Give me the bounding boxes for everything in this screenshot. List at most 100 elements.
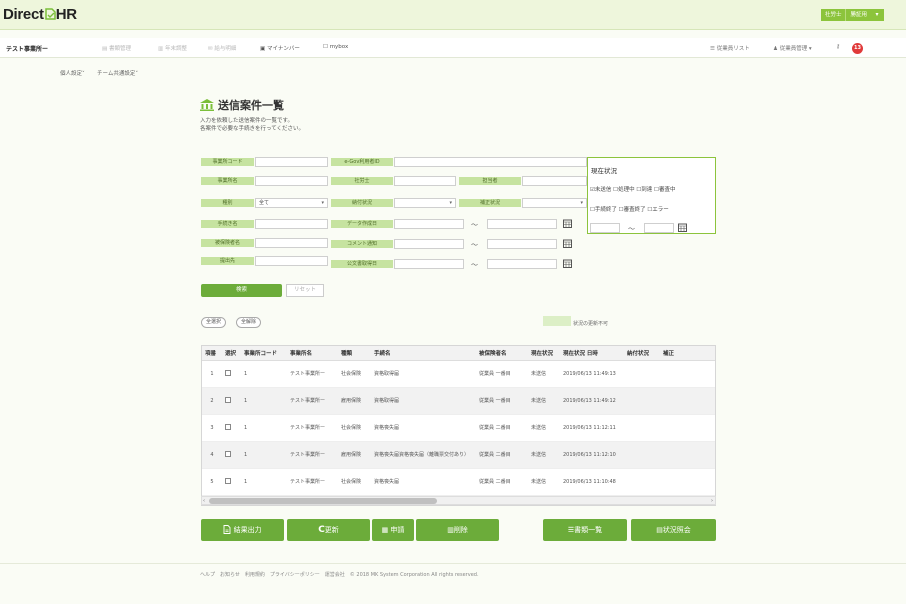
table-row[interactable]: 2 1 テスト事業所ー 雇用保険 資格取得届 従業員 一番目 未送信 2019/…	[202, 387, 715, 415]
label-data-date: データ作成日	[331, 220, 393, 228]
cell-procedure[interactable]: 資格喪失届	[371, 468, 476, 496]
calendar-icon[interactable]	[563, 259, 572, 268]
label-submit-to: 提出先	[201, 257, 254, 265]
col-header[interactable]: 納付状況	[624, 346, 660, 361]
horizontal-scrollbar[interactable]: ‹ ›	[201, 496, 716, 505]
col-header[interactable]: 種類	[338, 346, 371, 361]
status-checkbox-row-2[interactable]: ☐手続終了 ☐審査終了 ☐エラー	[590, 205, 669, 213]
user-role[interactable]: 社労士	[820, 9, 847, 21]
subnav-team[interactable]: チーム共通設定˅	[97, 69, 138, 77]
tilde: ～	[471, 221, 478, 229]
doc-date-from[interactable]	[394, 259, 464, 269]
table-row[interactable]: 5 1 テスト事業所ー 社会保険 資格喪失届 従業員 二番目 未送信 2019/…	[202, 468, 715, 496]
col-header[interactable]: 手続名	[371, 346, 476, 361]
calendar-icon[interactable]	[678, 223, 687, 232]
procedure-input[interactable]	[255, 219, 328, 229]
cell-status-date: 2019/06/13 11:49:12	[560, 387, 624, 415]
nav-company[interactable]: テスト事業所ー	[6, 44, 48, 53]
cell-status: 未送信	[528, 360, 560, 388]
cell-procedure[interactable]: 資格取得届	[371, 360, 476, 388]
cell-status: 未送信	[528, 387, 560, 415]
search-button[interactable]: 検索	[201, 284, 282, 297]
table-row[interactable]: 4 1 テスト事業所ー 雇用保険 資格喪失届資格喪失届（離職票交付あり） 従業員…	[202, 441, 715, 469]
cell-index: 2	[202, 387, 222, 415]
cell-office-name: テスト事業所ー	[287, 468, 338, 496]
nav-payslip[interactable]: ✉ 給与明細	[208, 44, 236, 52]
cell-procedure[interactable]: 資格喪失届資格喪失届（離職票交付あり）	[371, 441, 476, 469]
status-checkbox-row-1[interactable]: ☑未送信 ☐処理中 ☐到達 ☐審査中	[590, 185, 675, 193]
id-card-icon: ▣	[260, 46, 267, 52]
key-icon[interactable]: ⚷	[836, 44, 840, 50]
app-logo[interactable]: Direct HR	[3, 6, 77, 23]
col-header[interactable]: 項番	[202, 346, 222, 361]
data-date-from[interactable]	[394, 219, 464, 229]
calendar-icon[interactable]	[563, 219, 572, 228]
main-nav: テスト事業所ー ▤ 書類管理 ▥ 年末調整 ✉ 給与明細 ▣ マイナンバー ☐ …	[0, 38, 906, 58]
label-doc-date: 公文書取得日	[331, 260, 393, 268]
nav-year-end[interactable]: ▥ 年末調整	[158, 44, 187, 52]
row-checkbox[interactable]	[222, 468, 241, 496]
cell-procedure[interactable]: 資格喪失届	[371, 414, 476, 442]
nav-mybox[interactable]: ☐ mybox	[323, 44, 348, 50]
office-name-input[interactable]	[255, 176, 328, 186]
status-date-to[interactable]	[644, 223, 674, 233]
scroll-left-icon[interactable]: ‹	[203, 497, 205, 505]
nav-employee-mgmt[interactable]: ♟ 従業員管理 ▾	[773, 44, 812, 52]
user-dropdown-caret[interactable]: ▾	[870, 9, 884, 21]
correction-select[interactable]: ▾	[522, 198, 587, 208]
cell-procedure[interactable]: 資格取得届	[371, 387, 476, 415]
user-name[interactable]: 勝証用	[846, 9, 872, 21]
cell-office-code: 1	[241, 468, 287, 496]
table-row[interactable]: 1 1 テスト事業所ー 社会保険 資格取得届 従業員 一番目 未送信 2019/…	[202, 360, 715, 388]
subnav-personal[interactable]: 個人設定˅	[60, 69, 85, 77]
tilde: ～	[471, 261, 478, 269]
col-header[interactable]: 現在状況 日時	[560, 346, 624, 361]
delete-button[interactable]: ▥削除	[416, 519, 499, 541]
row-checkbox[interactable]	[222, 387, 241, 415]
select-all-button[interactable]: 全選択	[201, 317, 227, 328]
footer-links[interactable]: ヘルプ お知らせ 利用規約 プライバシーポリシー 運営会社 © 2018 MK …	[200, 571, 479, 578]
refresh-button[interactable]: C更新	[287, 519, 370, 541]
payment-select[interactable]: ▾	[394, 198, 456, 208]
kind-select[interactable]: 全て ▾	[255, 198, 328, 208]
cell-insured: 従業員 二番目	[476, 414, 528, 442]
table-row[interactable]: 3 1 テスト事業所ー 社会保険 資格喪失届 従業員 二番目 未送信 2019/…	[202, 414, 715, 442]
user-menu[interactable]: 社労士 勝証用	[820, 9, 872, 21]
doc-date-to[interactable]	[487, 259, 557, 269]
page-description-1: 入力を依頼した送信案件の一覧です。	[200, 118, 293, 124]
row-checkbox[interactable]	[222, 414, 241, 442]
row-checkbox[interactable]	[222, 360, 241, 388]
col-header[interactable]: 事業所名	[287, 346, 338, 361]
comment-date-to[interactable]	[487, 239, 557, 249]
apply-button[interactable]: ▦ 申請	[372, 519, 414, 541]
sharoushi-input[interactable]	[394, 176, 456, 186]
row-checkbox[interactable]	[222, 441, 241, 469]
col-header[interactable]: 現在状況	[528, 346, 560, 361]
nav-employee-list[interactable]: ☰ 従業員リスト	[710, 44, 750, 52]
assignee-input[interactable]	[522, 176, 587, 186]
status-date-from[interactable]	[590, 223, 620, 233]
export-button[interactable]: 結果出力	[201, 519, 284, 541]
cell-insured: 従業員 一番目	[476, 387, 528, 415]
submit-to-input[interactable]	[255, 256, 328, 266]
comment-date-from[interactable]	[394, 239, 464, 249]
calendar-icon[interactable]	[563, 239, 572, 248]
doc-list-button[interactable]: ☰書類一覧	[543, 519, 627, 541]
col-header[interactable]: 補正	[660, 346, 715, 361]
data-date-to[interactable]	[487, 219, 557, 229]
col-header[interactable]: 事業所コード	[241, 346, 287, 361]
col-header[interactable]: 被保険者名	[476, 346, 528, 361]
deselect-all-button[interactable]: 全解除	[236, 317, 262, 328]
nav-mynumber[interactable]: ▣ マイナンバー	[260, 44, 300, 52]
scroll-thumb[interactable]	[209, 498, 437, 504]
cell-office-code: 1	[241, 387, 287, 415]
scroll-right-icon[interactable]: ›	[711, 497, 713, 505]
col-header[interactable]: 選択	[222, 346, 241, 361]
nav-documents[interactable]: ▤ 書類管理	[102, 44, 131, 52]
office-code-input[interactable]	[255, 157, 328, 167]
insured-input[interactable]	[255, 238, 328, 248]
reset-button[interactable]: リセット	[286, 284, 324, 297]
egov-input[interactable]	[394, 157, 587, 167]
notification-badge[interactable]: 13	[852, 43, 863, 54]
status-inquiry-button[interactable]: ▤状況照会	[631, 519, 716, 541]
